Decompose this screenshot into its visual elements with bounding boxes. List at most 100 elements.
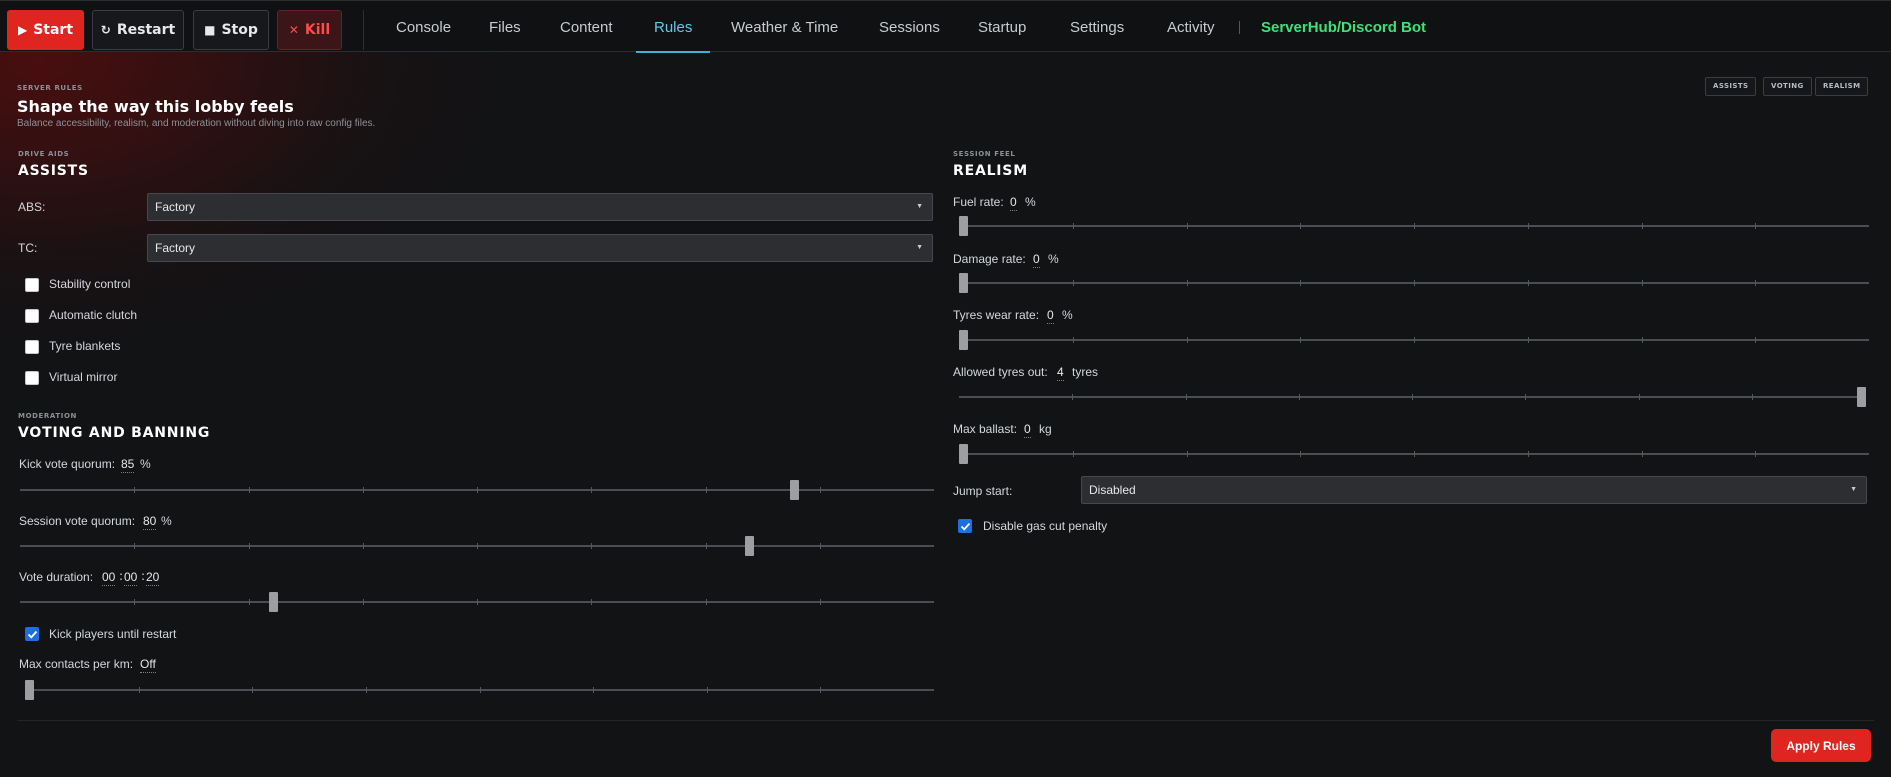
toolbar-divider [363, 10, 364, 50]
damage-rate-value[interactable]: 0 [1033, 252, 1040, 268]
serverhub-discord-link[interactable]: ServerHub/Discord Bot [1261, 1, 1426, 52]
slider-thumb[interactable] [1857, 387, 1866, 407]
chevron-down-icon: ▼ [916, 203, 923, 210]
top-bar: ▶ Start ↻ Restart ■ Stop ✕ Kill Console … [0, 0, 1891, 53]
gas-cut-penalty-checkbox[interactable] [958, 519, 972, 533]
slider-tick [1641, 280, 1643, 286]
slider-tick [591, 543, 593, 549]
slider-tick [819, 543, 821, 549]
tyres-out-unit: tyres [1072, 365, 1099, 379]
session-quorum-unit: % [161, 514, 172, 528]
kill-button[interactable]: ✕ Kill [277, 10, 342, 50]
close-icon: ✕ [288, 23, 299, 37]
tyres-out-slider[interactable] [959, 387, 1866, 407]
slider-tick [1185, 394, 1187, 400]
jump-start-label: Jump start: [953, 484, 1013, 498]
kick-quorum-unit: % [140, 457, 151, 471]
slider-thumb[interactable] [269, 592, 279, 612]
stability-control-checkbox[interactable] [25, 278, 39, 292]
slider-thumb[interactable] [959, 444, 968, 464]
slider-tick [1755, 337, 1757, 343]
slider-tick [1300, 280, 1302, 286]
kick-quorum-slider[interactable] [20, 480, 934, 500]
max-ballast-label: Max ballast: [953, 422, 1018, 436]
page-kicker: SERVER RULES [17, 84, 83, 92]
vote-duration-minutes[interactable]: 00 [124, 570, 138, 586]
session-quorum-value[interactable]: 80 [143, 514, 157, 530]
virtual-mirror-checkbox[interactable] [25, 371, 39, 385]
jump-start-select[interactable]: Disabled ▼ [1081, 476, 1867, 504]
tab-sessions[interactable]: Sessions [879, 1, 940, 52]
chip-voting[interactable]: VOTING [1763, 77, 1812, 96]
slider-tick [1414, 223, 1415, 229]
assists-title: ASSISTS [18, 163, 89, 179]
slider-thumb[interactable] [25, 680, 34, 700]
slider-thumb[interactable] [790, 480, 800, 500]
slider-thumb[interactable] [959, 216, 968, 236]
max-ballast-value[interactable]: 0 [1024, 422, 1031, 438]
slider-tick [477, 543, 478, 549]
stop-button[interactable]: ■ Stop [193, 10, 269, 50]
tyre-blankets-checkbox[interactable] [25, 340, 39, 354]
tab-settings[interactable]: Settings [1070, 1, 1124, 52]
vote-duration-hours[interactable]: 00 [102, 570, 116, 586]
tc-label: TC: [18, 241, 38, 255]
tyres-out-value[interactable]: 4 [1057, 365, 1064, 381]
slider-thumb[interactable] [959, 330, 968, 350]
slider-tick [1638, 394, 1640, 400]
max-contacts-slider[interactable] [25, 680, 934, 700]
slider-tick [1527, 280, 1529, 286]
stability-control-label: Stability control [49, 277, 131, 291]
tab-content[interactable]: Content [560, 1, 613, 52]
automatic-clutch-label: Automatic clutch [49, 308, 138, 322]
start-button[interactable]: ▶ Start [7, 10, 84, 50]
tyres-wear-value[interactable]: 0 [1047, 308, 1054, 324]
chip-assists[interactable]: ASSISTS [1705, 77, 1757, 96]
max-contacts-value[interactable]: Off [140, 657, 156, 673]
max-ballast-slider[interactable] [959, 444, 1869, 464]
vote-duration-slider[interactable] [20, 592, 934, 612]
tyres-wear-slider[interactable] [959, 330, 1869, 350]
slider-thumb[interactable] [744, 536, 754, 556]
slider-tick [134, 543, 136, 549]
chevron-down-icon: ▼ [916, 244, 923, 251]
kick-until-restart-label: Kick players until restart [49, 627, 177, 641]
kick-quorum-label: Kick vote quorum: [19, 457, 116, 471]
chip-realism[interactable]: REALISM [1815, 77, 1869, 96]
slider-tick [1300, 337, 1302, 343]
tab-activity[interactable]: Activity [1167, 1, 1215, 52]
restart-button[interactable]: ↻ Restart [92, 10, 184, 50]
tc-value: Factory [155, 241, 196, 255]
slider-tick [705, 543, 707, 549]
damage-rate-slider[interactable] [959, 273, 1869, 293]
slider-tick [1072, 451, 1074, 457]
tab-startup[interactable]: Startup [978, 1, 1026, 52]
tab-files[interactable]: Files [489, 1, 521, 52]
kick-until-restart-checkbox[interactable] [25, 627, 39, 641]
automatic-clutch-checkbox[interactable] [25, 309, 39, 323]
slider-tick [1527, 337, 1529, 343]
slider-thumb[interactable] [959, 273, 968, 293]
abs-select[interactable]: Factory ▼ [147, 193, 933, 221]
fuel-rate-slider[interactable] [959, 216, 1869, 236]
start-label: Start [33, 22, 74, 38]
fuel-rate-label: Fuel rate: [953, 195, 1004, 209]
restart-label: Restart [116, 22, 176, 38]
slider-tick [1186, 337, 1188, 343]
max-contacts-label: Max contacts per km: [19, 657, 134, 671]
vote-duration-label: Vote duration: [19, 570, 94, 584]
slider-tick [134, 599, 136, 605]
slider-tick [1300, 223, 1302, 229]
tab-weather-time[interactable]: Weather & Time [731, 1, 838, 52]
session-quorum-slider[interactable] [20, 536, 934, 556]
vote-duration-seconds[interactable]: 20 [146, 570, 160, 586]
apply-rules-button[interactable]: Apply Rules [1771, 729, 1871, 762]
tab-rules[interactable]: Rules [635, 1, 711, 53]
slider-tick [1072, 223, 1074, 229]
slider-tick [819, 487, 821, 493]
kick-quorum-value[interactable]: 85 [121, 457, 135, 473]
fuel-rate-value[interactable]: 0 [1010, 195, 1017, 211]
slider-tick [1186, 280, 1188, 286]
tab-console[interactable]: Console [396, 1, 451, 52]
tc-select[interactable]: Factory ▼ [147, 234, 933, 262]
